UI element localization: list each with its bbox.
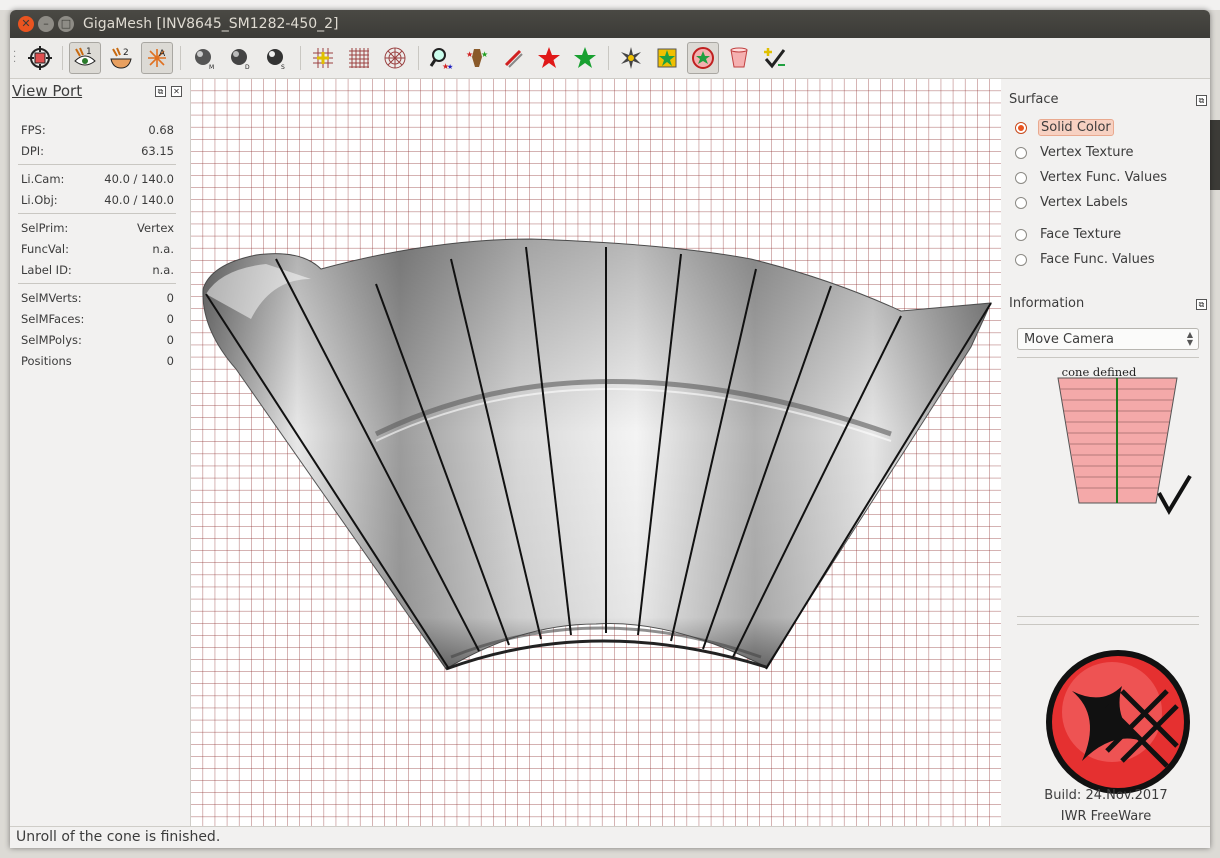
stat-positions: Positions 0 — [21, 354, 174, 368]
radio-indicator[interactable] — [1015, 197, 1027, 209]
sphere-d-icon[interactable]: D — [224, 42, 256, 74]
mode-select[interactable]: Move Camera ▲ ▼ — [1017, 328, 1199, 350]
toolbar-separator — [300, 46, 301, 70]
cup-icon[interactable] — [723, 42, 755, 74]
check-add-icon[interactable] — [759, 42, 791, 74]
sphere-s-icon[interactable]: S — [260, 42, 292, 74]
stat-selmpolys: SelMPolys: 0 — [21, 333, 174, 347]
float-panel-icon[interactable]: ⧉ — [1196, 95, 1207, 106]
select-region-icon[interactable] — [24, 42, 56, 74]
unrolled-mesh-render[interactable] — [191, 79, 1001, 826]
viewport-info-panel: View Port ⧉ ✕ FPS: 0.68 DPI: 63.15 Li.Cam:… — [10, 79, 191, 826]
panel-title: View Port — [12, 82, 83, 100]
3d-viewport[interactable] — [191, 79, 1001, 826]
polar-grid-icon[interactable] — [379, 42, 411, 74]
svg-text:★: ★ — [447, 63, 453, 71]
float-panel-icon[interactable]: ⧉ — [155, 86, 166, 97]
close-window-button[interactable]: ✕ — [18, 16, 34, 32]
license-label: IWR FreeWare — [1060, 809, 1152, 824]
toolbar-separator — [62, 46, 63, 70]
stat-selmverts: SelMVerts: 0 — [21, 291, 174, 305]
minimize-window-button[interactable]: – — [38, 16, 54, 32]
divider — [1017, 616, 1199, 617]
svg-text:2: 2 — [123, 48, 129, 58]
stat-fps: FPS: 0.68 — [21, 123, 174, 137]
radio-indicator[interactable] — [1015, 229, 1027, 241]
status-message: Unroll of the cone is finished. — [16, 829, 221, 845]
divider — [1017, 357, 1199, 358]
toolbar-separator — [418, 46, 419, 70]
stat-label-id: Label ID: n.a. — [21, 263, 174, 277]
float-panel-icon[interactable]: ⧉ — [1196, 299, 1207, 310]
build-label: Build: 24.Nov.2017 — [1044, 788, 1168, 803]
properties-panel: Surface ⧉ Solid Color Vertex Texture Ver… — [1002, 79, 1210, 826]
divider — [18, 164, 176, 165]
svg-text:★: ★ — [466, 50, 473, 59]
stat-li-cam: Li.Cam: 40.0 / 140.0 — [21, 172, 174, 186]
sphere-m-icon[interactable]: M — [188, 42, 220, 74]
svg-text:★: ★ — [481, 50, 488, 59]
view-1-eye-icon[interactable]: 1 — [69, 42, 101, 74]
figure-stars-icon[interactable]: ★ ★ — [461, 42, 493, 74]
light-a-icon[interactable]: A — [141, 42, 173, 74]
information-section-title: Information — [1009, 296, 1085, 311]
search-stars-icon[interactable]: ★ ★ — [425, 42, 457, 74]
close-panel-icon[interactable]: ✕ — [171, 86, 182, 97]
star-square-icon[interactable] — [651, 42, 683, 74]
chevron-updown-icon: ▲ ▼ — [1186, 330, 1193, 347]
red-star-icon[interactable] — [533, 42, 565, 74]
surface-section-title: Surface — [1009, 92, 1059, 107]
radio-indicator[interactable] — [1015, 122, 1027, 134]
star-circle-icon[interactable] — [687, 42, 719, 74]
toolbar-separator — [180, 46, 181, 70]
svg-text:M: M — [209, 64, 214, 71]
radio-indicator[interactable] — [1015, 172, 1027, 184]
radio-indicator[interactable] — [1015, 147, 1027, 159]
stat-funcval: FuncVal: n.a. — [21, 242, 174, 256]
divider — [18, 283, 176, 284]
maximize-window-button[interactable]: □ — [58, 16, 74, 32]
toolbar-separator — [608, 46, 609, 70]
svg-text:1: 1 — [86, 47, 92, 57]
toolbar-grip[interactable]: · · · — [13, 48, 16, 68]
stat-selprim: SelPrim: Vertex — [21, 221, 174, 235]
green-star-icon[interactable] — [569, 42, 601, 74]
grid-icon[interactable] — [343, 42, 375, 74]
divider — [1017, 624, 1199, 625]
status-bar: Unroll of the cone is finished. — [10, 826, 1210, 848]
view-2-bowl-icon[interactable]: 2 — [105, 42, 137, 74]
stat-selmfaces: SelMFaces: 0 — [21, 312, 174, 326]
toolbar: · · · 1 2 A M D S ★ ★ ★ ★ — [10, 38, 1210, 79]
gigamesh-logo-icon — [1046, 650, 1190, 794]
svg-text:D: D — [245, 64, 250, 71]
window-title: GigaMesh [INV8645_SM1282-450_2] — [83, 16, 339, 32]
stat-dpi: DPI: 63.15 — [21, 144, 174, 158]
svg-text:S: S — [281, 64, 285, 71]
divider — [18, 213, 176, 214]
stat-li-obj: Li.Obj: 40.0 / 140.0 — [21, 193, 174, 207]
grid-add-icon[interactable] — [307, 42, 339, 74]
svg-text:A: A — [159, 49, 166, 59]
desktop-background — [0, 0, 1220, 10]
desktop-background — [1210, 120, 1220, 190]
burst-icon[interactable] — [615, 42, 647, 74]
title-bar: ✕ – □ GigaMesh [INV8645_SM1282-450_2] — [10, 10, 1210, 38]
cone-defined-icon — [1057, 377, 1192, 515]
app-window: ✕ – □ GigaMesh [INV8645_SM1282-450_2] · ·… — [10, 10, 1210, 848]
radio-indicator[interactable] — [1015, 254, 1027, 266]
no-marker-icon[interactable] — [497, 42, 529, 74]
